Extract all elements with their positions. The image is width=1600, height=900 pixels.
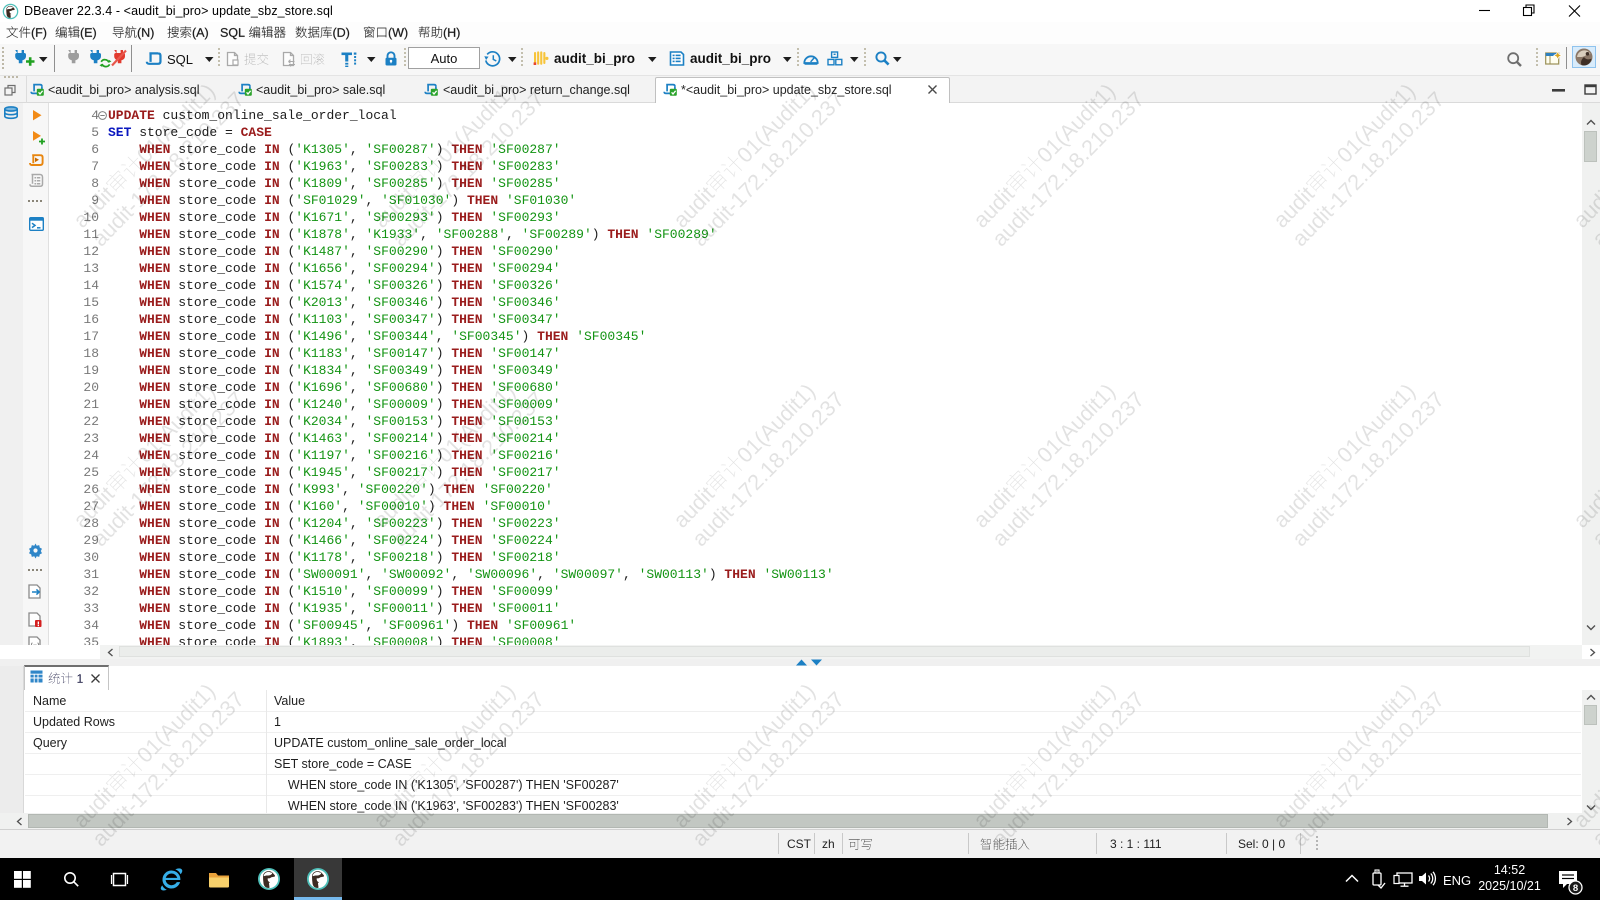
svg-text:8: 8	[1573, 883, 1578, 894]
